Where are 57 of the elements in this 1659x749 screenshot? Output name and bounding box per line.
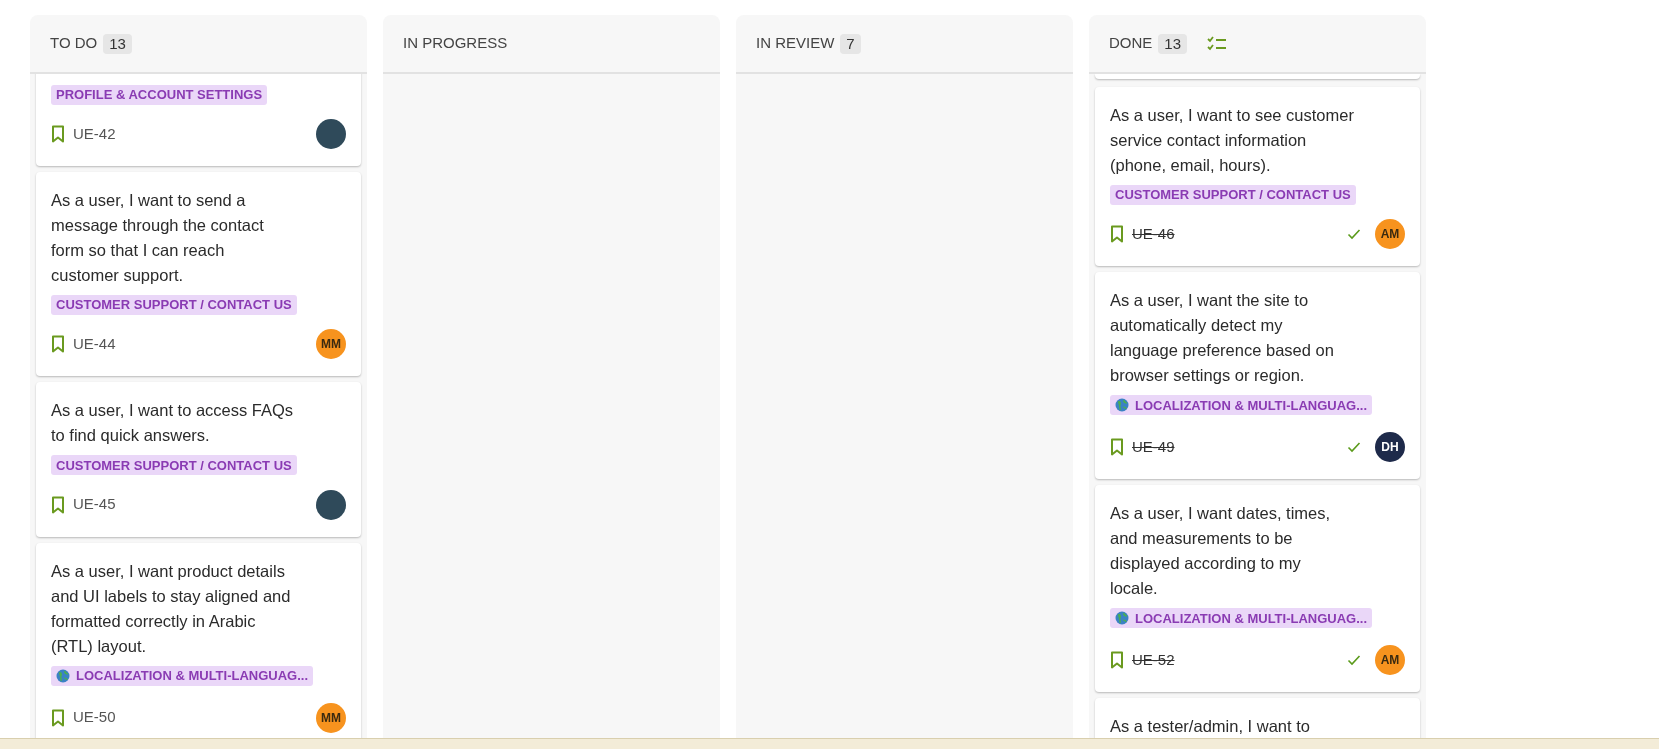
- check-icon: [1347, 441, 1361, 454]
- issue-key: UE-52: [1132, 649, 1175, 672]
- story-card[interactable]: PROFILE & ACCOUNT SETTINGS UE-42: [36, 74, 361, 166]
- category-tag: CUSTOMER SUPPORT / CONTACT US: [51, 455, 297, 476]
- story-card[interactable]: As a user, I want to see customer service contact information (phone, email, hours). CUSTOMER SUPPORT / CONTACT US UE-46 AM: [1095, 87, 1420, 267]
- story-card[interactable]: As a user, I want dates, times, and measurements to be displayed according to my locale. LOCALIZATION & MULTI-LANGUAG... UE-52 AM: [1095, 485, 1420, 693]
- checklist-icon[interactable]: [1207, 35, 1228, 52]
- issue-key: UE-46: [1132, 223, 1175, 246]
- category-tag: LOCALIZATION & MULTI-LANGUAG...: [51, 665, 314, 686]
- bookmark-icon: [1110, 438, 1124, 457]
- globe-icon: [1115, 398, 1129, 413]
- category-tag: CUSTOMER SUPPORT / CONTACT US: [1110, 185, 1356, 205]
- card-text: As a user, I want the site to automatically detect my language preference based on browser settings or region.: [1110, 290, 1335, 387]
- avatar: AM: [1375, 219, 1405, 250]
- card-text: As a tester/admin, I want to: [1110, 716, 1311, 738]
- avatar: MM: [316, 702, 346, 733]
- column-title: DONE: [1109, 33, 1153, 54]
- avatar: [316, 119, 346, 149]
- bookmark-icon: [1110, 225, 1124, 244]
- avatar: AM: [1375, 645, 1405, 676]
- story-card[interactable]: As a user, I want product details and UI labels to stay aligned and formatted correctly in Arabic (RTL) layout. LOCALIZATION & MULTI-LANGUAG... UE-50 MM: [36, 542, 361, 738]
- globe-icon: [1115, 611, 1129, 626]
- issue-key: UE-50: [73, 706, 116, 729]
- count-badge: 13: [1158, 33, 1188, 54]
- issue-key: UE-44: [73, 333, 116, 356]
- bookmark-icon: [51, 335, 65, 354]
- bookmark-icon: [51, 495, 65, 514]
- avatar: [316, 489, 346, 520]
- check-icon: [1347, 228, 1361, 241]
- avatar: DH: [1375, 432, 1405, 463]
- avatar: MM: [316, 329, 346, 360]
- category-tag: CUSTOMER SUPPORT / CONTACT US: [51, 295, 297, 315]
- bookmark-icon: [51, 708, 65, 727]
- issue-key: UE-49: [1132, 436, 1175, 459]
- bookmark-icon: [51, 125, 65, 143]
- issue-key: UE-42: [73, 122, 116, 146]
- issue-key: UE-45: [73, 493, 116, 516]
- card-text: As a user, I want dates, times, and measurements to be displayed according to my locale.: [1110, 503, 1332, 600]
- category-tag: LOCALIZATION & MULTI-LANGUAG...: [1110, 395, 1373, 416]
- card-text: As a user, I want to send a message through the contact form so that I can reach customer support.: [51, 190, 265, 286]
- globe-icon: [56, 668, 70, 683]
- column-title: IN PROGRESS: [403, 33, 508, 54]
- column-title: IN REVIEW: [756, 33, 835, 54]
- story-card[interactable]: As a tester/admin, I want to: [1095, 698, 1420, 738]
- bookmark-icon: [1110, 651, 1124, 670]
- category-tag: PROFILE & ACCOUNT SETTINGS: [51, 84, 268, 105]
- card-text: As a user, I want product details and UI labels to stay aligned and formatted correctly in Arabic (RTL) layout.: [51, 560, 292, 657]
- card-text: As a user, I want to access FAQs to find quick answers.: [51, 400, 295, 447]
- column-title: TO DO: [50, 33, 98, 54]
- card-text: As a user, I want to see customer service contact information (phone, email, hours).: [1110, 105, 1355, 176]
- story-card[interactable]: As a user, I want to access FAQs to find quick answers. CUSTOMER SUPPORT / CONTACT US UE-45: [36, 382, 361, 537]
- story-card[interactable]: As a user, I want to send a message through the contact form so that I can reach customer support. CUSTOMER SUPPORT / CONTACT US UE-44 MM: [36, 172, 361, 377]
- story-card[interactable]: As a user, I want the site to automatically detect my language preference based on browser settings or region. LOCALIZATION & MULTI-LANGUAG... UE-49 DH: [1095, 272, 1420, 480]
- count-badge: 13: [103, 33, 132, 54]
- category-tag: LOCALIZATION & MULTI-LANGUAG...: [1110, 608, 1373, 629]
- check-icon: [1347, 654, 1361, 667]
- count-badge: 7: [840, 33, 861, 54]
